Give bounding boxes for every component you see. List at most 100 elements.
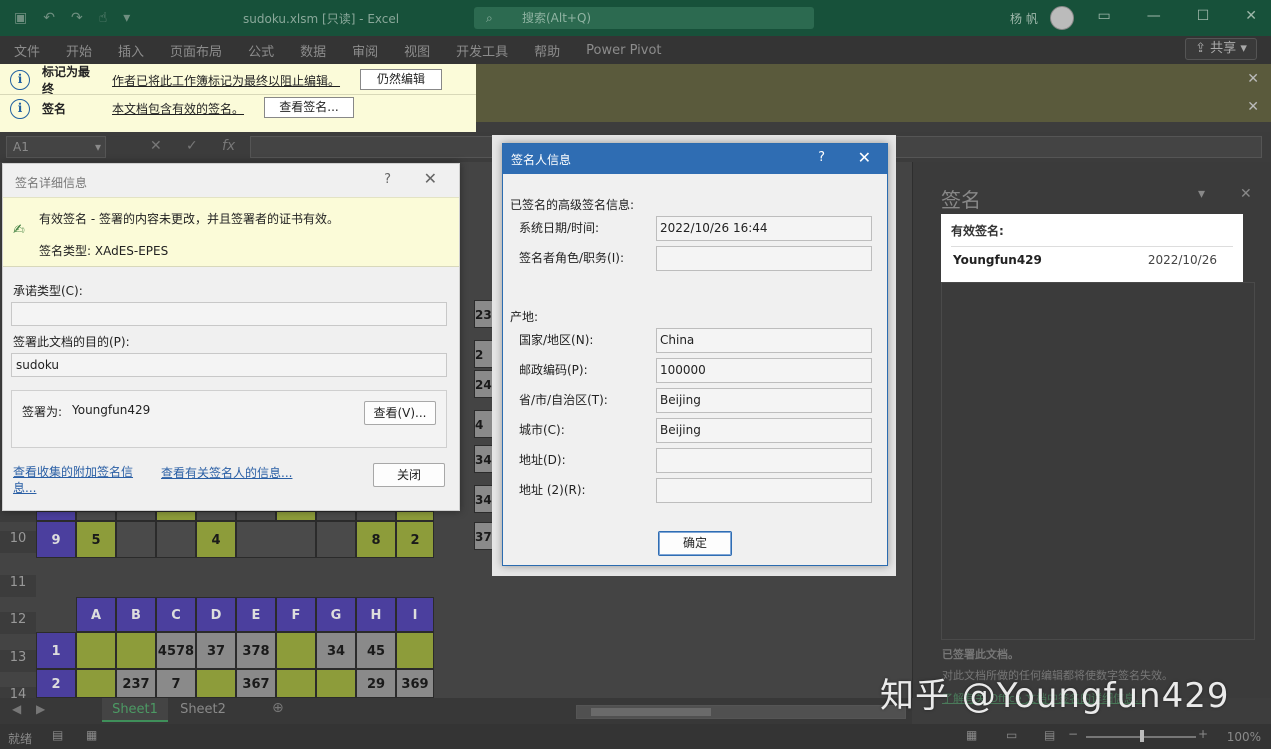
- grid-cell[interactable]: 369: [396, 669, 434, 698]
- tab-review[interactable]: 审阅: [352, 41, 378, 60]
- zoom-slider-knob[interactable]: [1140, 730, 1144, 742]
- zoom-out-icon[interactable]: −: [1068, 727, 1078, 741]
- avatar[interactable]: [1050, 6, 1074, 30]
- grid-cell[interactable]: [116, 511, 156, 521]
- maximize-icon[interactable]: ☐: [1197, 8, 1210, 24]
- column-letter-cell[interactable]: I: [396, 597, 434, 632]
- grid-cell[interactable]: [196, 669, 236, 698]
- add-sheet-icon[interactable]: ⊕: [272, 700, 284, 716]
- grid-cell[interactable]: [396, 511, 434, 521]
- tab-power-pivot[interactable]: Power Pivot: [586, 43, 661, 58]
- view-signatures-button[interactable]: 查看签名...: [264, 97, 354, 118]
- grid-cell[interactable]: 367: [236, 669, 276, 698]
- tab-formulas[interactable]: 公式: [248, 41, 274, 60]
- row-header[interactable]: 10: [0, 531, 36, 553]
- signature-signer[interactable]: Youngfun429: [953, 253, 1042, 267]
- user-name[interactable]: 杨 帆: [1010, 10, 1038, 27]
- grid-cell[interactable]: 5: [76, 521, 116, 558]
- tab-insert[interactable]: 插入: [118, 41, 144, 60]
- tab-page-layout[interactable]: 页面布局: [170, 41, 222, 60]
- scrollbar-thumb[interactable]: [591, 708, 711, 716]
- signature-link[interactable]: 本文档包含有效的签名。: [112, 100, 244, 117]
- grid-cell[interactable]: [156, 521, 196, 558]
- grid-cell[interactable]: 7: [156, 669, 196, 698]
- grid-cell[interactable]: 34: [474, 485, 494, 513]
- country-field[interactable]: China: [656, 328, 872, 353]
- customize-qat-icon[interactable]: ▾: [123, 10, 130, 26]
- grid-cell[interactable]: 2: [474, 340, 494, 368]
- system-datetime-field[interactable]: 2022/10/26 16:44: [656, 216, 872, 241]
- grid-cell[interactable]: [396, 632, 434, 669]
- additional-info-link[interactable]: 查看收集的附加签名信息...: [13, 464, 143, 496]
- grid-cell[interactable]: 37: [196, 632, 236, 669]
- column-letter-cell[interactable]: B: [116, 597, 156, 632]
- name-box[interactable]: A1 ▾: [6, 136, 106, 158]
- grid-cell[interactable]: [236, 521, 316, 558]
- grid-cell[interactable]: 2: [396, 521, 434, 558]
- grid-cell[interactable]: [276, 669, 316, 698]
- grid-cell[interactable]: 3468: [474, 445, 494, 473]
- pane-close-icon[interactable]: ✕: [1240, 186, 1252, 202]
- grid-cell[interactable]: 2: [36, 669, 76, 698]
- column-letter-cell[interactable]: D: [196, 597, 236, 632]
- tab-developer[interactable]: 开发工具: [456, 41, 508, 60]
- pane-options-icon[interactable]: ▾: [1198, 186, 1205, 202]
- close-icon[interactable]: ✕: [1245, 8, 1257, 24]
- grid-cell[interactable]: 2468: [474, 370, 494, 398]
- grid-cell[interactable]: [276, 632, 316, 669]
- share-button[interactable]: ⇪ 共享 ▾: [1185, 38, 1257, 60]
- help-icon[interactable]: ?: [384, 172, 391, 187]
- grid-cell[interactable]: 37: [474, 522, 494, 550]
- grid-cell[interactable]: [316, 511, 356, 521]
- grid-cell[interactable]: 9: [36, 521, 76, 558]
- postal-code-field[interactable]: 100000: [656, 358, 872, 383]
- row-header[interactable]: 12: [0, 612, 36, 634]
- grid-cell[interactable]: 4: [474, 410, 494, 438]
- valid-signatures-list[interactable]: 有效签名: Youngfun429 2022/10/26: [941, 214, 1243, 282]
- search-box[interactable]: ⌕ 搜索(Alt+Q): [474, 7, 814, 29]
- close-button[interactable]: 关闭: [373, 463, 445, 487]
- column-letter-cell[interactable]: A: [76, 597, 116, 632]
- cancel-icon[interactable]: ✕: [150, 138, 162, 154]
- grid-cell[interactable]: 1: [36, 632, 76, 669]
- row-header[interactable]: 11: [0, 575, 36, 597]
- normal-view-icon[interactable]: ▦: [966, 728, 977, 742]
- grid-cell[interactable]: [236, 511, 276, 521]
- row-header[interactable]: 13: [0, 650, 36, 672]
- grid-cell[interactable]: 237: [116, 669, 156, 698]
- ok-button[interactable]: 确定: [658, 531, 732, 556]
- enter-icon[interactable]: ✓: [186, 138, 198, 154]
- grid-cell[interactable]: [116, 632, 156, 669]
- grid-cell[interactable]: [76, 511, 116, 521]
- signer-info-link[interactable]: 查看有关签名人的信息...: [161, 464, 292, 481]
- page-layout-view-icon[interactable]: ▭: [1006, 728, 1017, 742]
- prev-sheet-icon[interactable]: ◀: [12, 702, 21, 716]
- tab-home[interactable]: 开始: [66, 41, 92, 60]
- grid-cell[interactable]: 8: [356, 521, 396, 558]
- tab-data[interactable]: 数据: [300, 41, 326, 60]
- column-letter-cell[interactable]: H: [356, 597, 396, 632]
- view-certificate-button[interactable]: 查看(V)...: [364, 401, 436, 425]
- final-link[interactable]: 作者已将此工作簿标记为最终以阻止编辑。: [112, 72, 340, 89]
- zoom-in-icon[interactable]: +: [1198, 727, 1208, 741]
- touch-mode-icon[interactable]: ☝: [99, 10, 108, 26]
- column-letter-cell[interactable]: E: [236, 597, 276, 632]
- grid-cell[interactable]: [76, 632, 116, 669]
- grid-cell[interactable]: 2348: [474, 300, 494, 328]
- next-sheet-icon[interactable]: ▶: [36, 702, 45, 716]
- address-field[interactable]: [656, 448, 872, 473]
- province-field[interactable]: Beijing: [656, 388, 872, 413]
- purpose-field[interactable]: sudoku: [11, 353, 447, 377]
- close-signature-bar-icon[interactable]: ✕: [1247, 99, 1259, 115]
- column-letter-cell[interactable]: G: [316, 597, 356, 632]
- zoom-level[interactable]: 100%: [1227, 730, 1261, 744]
- save-icon[interactable]: ▣: [14, 10, 27, 26]
- accessibility-icon[interactable]: ▦: [86, 728, 97, 742]
- grid-cell[interactable]: [196, 511, 236, 521]
- grid-cell[interactable]: [36, 511, 76, 521]
- address2-field[interactable]: [656, 478, 872, 503]
- grid-cell[interactable]: 29: [356, 669, 396, 698]
- commitment-type-field[interactable]: [11, 302, 447, 326]
- insert-function-icon[interactable]: fx: [222, 138, 235, 154]
- grid-cell[interactable]: [116, 521, 156, 558]
